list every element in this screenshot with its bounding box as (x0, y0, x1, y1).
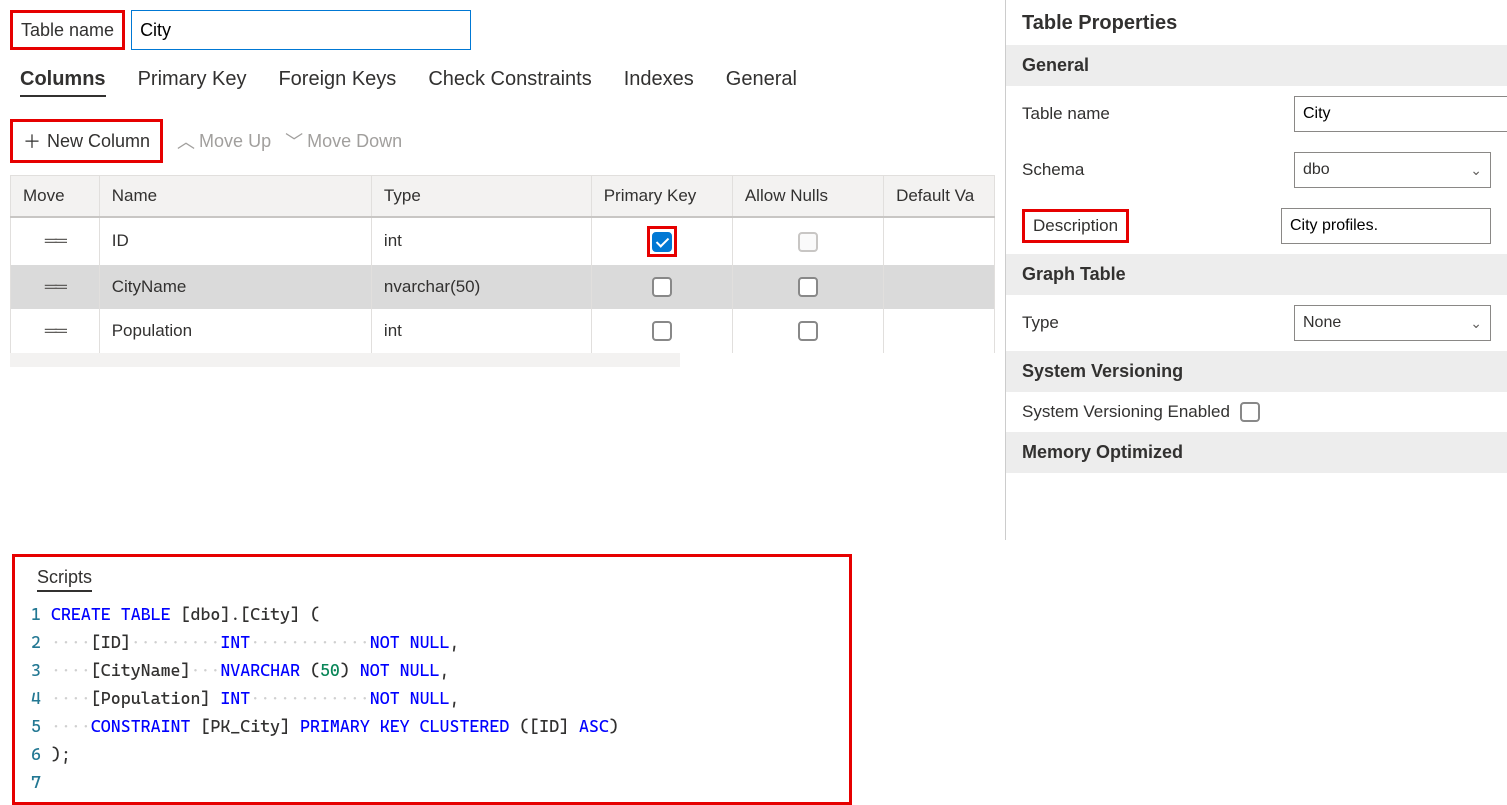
cell-default[interactable] (884, 217, 995, 265)
line-number: 7 (25, 768, 51, 796)
table-row[interactable]: ══CityNamenvarchar(50) (11, 265, 995, 309)
section-general: General (1006, 45, 1507, 86)
cell-nulls (732, 309, 883, 353)
code-line: ····[CityName]···NVARCHAR (50) NOT NULL, (51, 656, 449, 684)
cell-type[interactable]: int (371, 309, 591, 353)
cell-pk (591, 309, 732, 353)
nulls-checkbox (798, 232, 818, 252)
tab-cc[interactable]: Check Constraints (428, 68, 591, 97)
versioning-enabled-checkbox[interactable] (1240, 402, 1260, 422)
plus-icon: ＋ (23, 128, 41, 154)
chevron-down-icon: ⌄ (1470, 162, 1482, 179)
tab-gen[interactable]: General (726, 68, 797, 97)
move-up-button[interactable]: ︿ Move Up (177, 128, 271, 154)
table-row[interactable]: ══Populationint (11, 309, 995, 353)
properties-title: Table Properties (1006, 12, 1507, 45)
cell-default[interactable] (884, 309, 995, 353)
code-line: ····[ID]·········INT············NOT NULL… (51, 628, 459, 656)
cell-type[interactable]: int (371, 217, 591, 265)
cell-nulls (732, 265, 883, 309)
properties-panel: Table Properties General Table name Sche… (1005, 0, 1507, 540)
prop-table-name-label: Table name (1022, 104, 1282, 124)
line-number: 4 (25, 684, 51, 712)
horizontal-scrollbar[interactable] (10, 353, 680, 367)
cell-default[interactable] (884, 265, 995, 309)
cell-name[interactable]: CityName (99, 265, 371, 309)
new-column-label: New Column (47, 131, 150, 152)
col-move: Move (11, 176, 100, 218)
col-default: Default Va (884, 176, 995, 218)
tab-fk[interactable]: Foreign Keys (278, 68, 396, 97)
col-nulls: Allow Nulls (732, 176, 883, 218)
table-row[interactable]: ══IDint (11, 217, 995, 265)
code-line: ····CONSTRAINT [PK_City] PRIMARY KEY CLU… (51, 712, 619, 740)
prop-schema-select[interactable]: dbo ⌄ (1294, 152, 1491, 188)
drag-handle-icon[interactable]: ══ (11, 217, 100, 265)
line-number: 2 (25, 628, 51, 656)
new-column-button[interactable]: ＋ New Column (10, 119, 163, 163)
cell-nulls (732, 217, 883, 265)
table-name-label: Table name (10, 10, 125, 50)
section-memory: Memory Optimized (1006, 432, 1507, 473)
versioning-enabled-label: System Versioning Enabled (1022, 402, 1230, 422)
tab-idx[interactable]: Indexes (624, 68, 694, 97)
prop-description-input[interactable] (1281, 208, 1491, 244)
cell-pk (591, 265, 732, 309)
chevron-up-icon: ︿ (177, 128, 195, 154)
drag-handle-icon[interactable]: ══ (11, 265, 100, 309)
line-number: 1 (25, 600, 51, 628)
col-type: Type (371, 176, 591, 218)
drag-handle-icon[interactable]: ══ (11, 309, 100, 353)
col-name: Name (99, 176, 371, 218)
line-number: 6 (25, 740, 51, 768)
prop-schema-label: Schema (1022, 160, 1282, 180)
code-line: CREATE TABLE [dbo].[City] ( (51, 600, 320, 628)
section-graph: Graph Table (1006, 254, 1507, 295)
pk-checkbox[interactable] (652, 277, 672, 297)
tab-columns[interactable]: Columns (20, 68, 106, 97)
tabs: Columns Primary Key Foreign Keys Check Cons… (10, 68, 995, 97)
tab-pk[interactable]: Primary Key (138, 68, 247, 97)
cell-type[interactable]: nvarchar(50) (371, 265, 591, 309)
prop-type-select[interactable]: None ⌄ (1294, 305, 1491, 341)
chevron-down-icon: ﹀ (285, 128, 303, 154)
nulls-checkbox[interactable] (798, 321, 818, 341)
cell-name[interactable]: ID (99, 217, 371, 265)
cell-name[interactable]: Population (99, 309, 371, 353)
section-versioning: System Versioning (1006, 351, 1507, 392)
col-pk: Primary Key (591, 176, 732, 218)
move-down-button[interactable]: ﹀ Move Down (285, 128, 402, 154)
columns-grid: Move Name Type Primary Key Allow Nulls D… (10, 175, 995, 353)
chevron-down-icon: ⌄ (1470, 315, 1482, 332)
code-line: ····[Population] INT············NOT NULL… (51, 684, 459, 712)
table-name-input[interactable] (131, 10, 471, 50)
cell-pk (591, 217, 732, 265)
prop-type-label: Type (1022, 313, 1282, 333)
script-editor[interactable]: 1CREATE TABLE [dbo].[City] (2····[ID]···… (25, 600, 839, 796)
prop-description-label: Description (1022, 209, 1129, 243)
line-number: 3 (25, 656, 51, 684)
nulls-checkbox[interactable] (798, 277, 818, 297)
pk-checkbox[interactable] (652, 321, 672, 341)
pk-checkbox[interactable] (652, 232, 672, 252)
prop-table-name-input[interactable] (1294, 96, 1507, 132)
line-number: 5 (25, 712, 51, 740)
code-line: ); (51, 740, 71, 768)
scripts-panel: Scripts 1CREATE TABLE [dbo].[City] (2···… (12, 554, 852, 805)
scripts-title: Scripts (37, 567, 92, 592)
